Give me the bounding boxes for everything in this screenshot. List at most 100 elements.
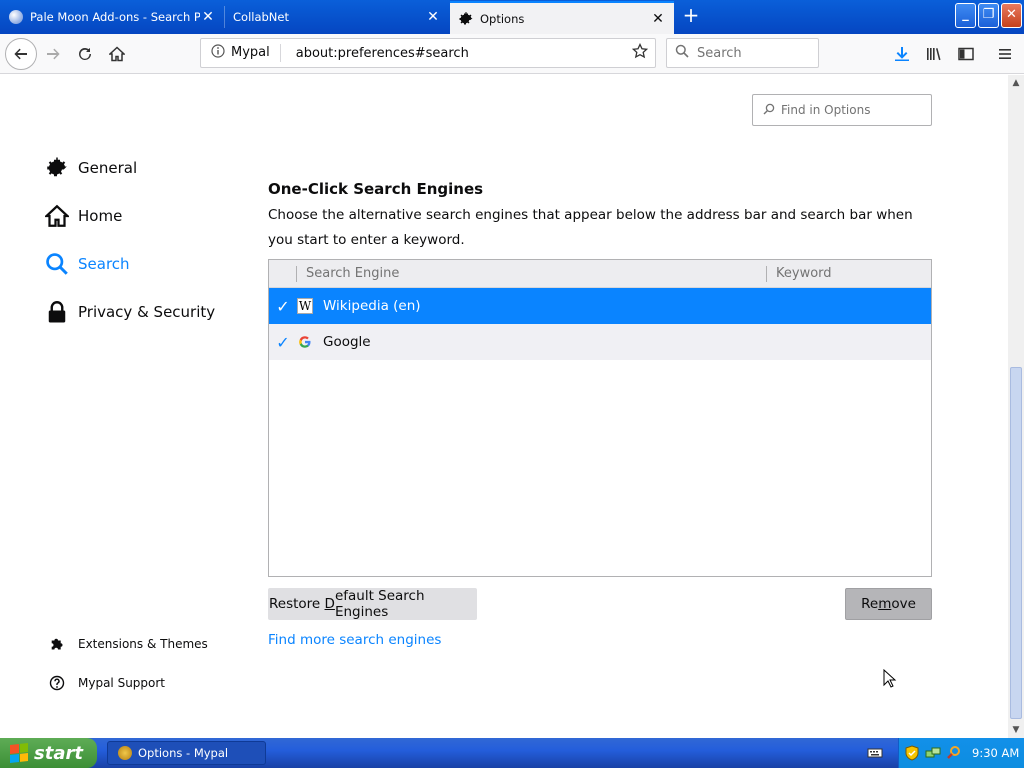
magnifier-icon[interactable] [946,745,962,761]
tab-title: CollabNet [233,10,289,24]
windows-logo-icon [10,743,28,763]
close-tab-icon[interactable]: ✕ [650,11,666,27]
tab-options[interactable]: Options ✕ [450,1,674,34]
gear-icon [44,155,70,181]
sidebar-button[interactable] [952,40,980,68]
downloads-button[interactable] [888,40,916,68]
mypal-support-link[interactable]: Mypal Support [48,674,165,692]
search-engines-table[interactable]: Search Engine Keyword ✓ W Wikipedia (en)… [268,259,932,577]
forward-button[interactable] [39,40,67,68]
checkbox-column-header [269,265,297,282]
taskbar-item-label: Options - Mypal [138,746,229,760]
mypal-app-icon [118,746,132,760]
scroll-up-icon[interactable]: ▲ [1008,75,1024,91]
back-button[interactable] [5,38,37,70]
engine-name: Google [323,334,371,350]
find-more-search-engines-link[interactable]: Find more search engines [268,632,441,648]
puzzle-icon [48,635,66,653]
navigation-toolbar: Mypal about:preferences#search Search [0,34,1024,74]
button-label-part: Restore [269,596,325,612]
close-tab-icon[interactable]: ✕ [200,9,216,25]
maximize-button[interactable]: ❐ [978,3,999,28]
home-icon [44,203,70,229]
button-label-part: efault Search Engines [334,588,425,620]
reload-icon [79,47,91,60]
new-tab-button[interactable]: + [680,5,702,27]
category-search[interactable]: Search [44,251,130,277]
extensions-themes-link[interactable]: Extensions & Themes [48,635,208,653]
category-label: General [78,159,138,177]
find-in-options-input[interactable]: Find in Options [752,94,932,126]
keyboard-icon[interactable] [867,745,883,761]
reload-button[interactable] [71,40,99,68]
minimize-button[interactable]: _ [955,3,976,28]
scrollbar-thumb[interactable] [1010,367,1022,719]
url-text[interactable]: about:preferences#search [281,46,625,61]
download-arrow-icon [895,47,909,61]
button-label-part: ove [891,596,916,612]
scroll-down-icon[interactable]: ▼ [1008,722,1024,738]
wikipedia-icon: W [297,298,313,314]
search-placeholder: Search [697,45,742,61]
category-general[interactable]: General [44,155,137,181]
lock-icon [44,299,70,325]
mouse-cursor-icon [883,669,897,688]
bookmark-star-icon[interactable] [625,42,655,63]
table-row[interactable]: ✓ W Wikipedia (en) [269,288,931,324]
search-icon [763,103,775,118]
find-in-options-placeholder: Find in Options [781,103,871,117]
extensions-themes-label: Extensions & Themes [78,637,208,651]
globe-icon [8,9,24,25]
remove-button[interactable]: Re m ove [845,588,932,620]
button-label-part: Re [861,596,879,612]
checkmark-icon[interactable]: ✓ [269,297,297,316]
category-label: Search [78,255,130,273]
checkmark-icon[interactable]: ✓ [269,333,297,352]
tab-collabnet[interactable]: CollabNet ✕ [225,2,449,32]
category-label: Home [78,207,123,225]
taskbar-item-options-mypal[interactable]: Options - Mypal [107,741,266,765]
url-bar[interactable]: Mypal about:preferences#search [200,38,656,68]
gear-icon [458,11,474,27]
network-icon[interactable] [925,745,941,761]
search-icon [44,251,70,277]
library-button[interactable] [920,40,948,68]
security-shield-icon[interactable] [904,745,920,761]
back-arrow-icon [14,48,27,60]
close-tab-icon[interactable]: ✕ [425,9,441,25]
table-header: Search Engine Keyword [269,260,931,288]
info-icon[interactable] [205,44,231,62]
column-header-keyword[interactable]: Keyword [767,266,832,281]
home-button[interactable] [103,40,131,68]
identity-label: Mypal [231,44,281,62]
search-bar[interactable]: Search [666,38,819,68]
table-row[interactable]: ✓ Google [269,324,931,360]
tab-pale-moon-addons[interactable]: Pale Moon Add-ons - Search Plugins ✕ [0,2,224,32]
engine-name: Wikipedia (en) [323,298,421,314]
close-window-button[interactable]: ✕ [1001,3,1022,28]
library-icon [927,48,941,61]
preferences-content: Find in Options General Home Search Priv… [0,75,1008,738]
start-label: start [34,742,83,764]
section-title: One-Click Search Engines [268,180,484,198]
category-privacy-security[interactable]: Privacy & Security [44,299,215,325]
forward-arrow-icon [47,48,60,60]
vertical-scrollbar[interactable]: ▲ ▼ [1008,75,1024,738]
tab-title: Options [480,11,525,26]
sidebar-icon [958,47,974,61]
start-button[interactable]: start [0,738,97,768]
category-home[interactable]: Home [44,203,122,229]
button-access-key: m [878,596,892,612]
restore-default-engines-button[interactable]: Restore Default Search Engines [268,588,477,620]
button-access-key: D [324,596,335,612]
mypal-support-label: Mypal Support [78,676,166,690]
system-tray: 9:30 AM [898,738,1024,768]
home-icon [109,46,125,62]
help-icon [48,674,66,692]
column-header-search-engine[interactable]: Search Engine [297,265,767,282]
menu-button[interactable] [991,40,1019,68]
tab-strip: Pale Moon Add-ons - Search Plugins ✕ Col… [0,0,1024,34]
tab-title: Pale Moon Add-ons - Search Plugins [30,10,200,24]
section-description: Choose the alternative search engines th… [268,207,913,248]
google-icon [297,334,313,350]
